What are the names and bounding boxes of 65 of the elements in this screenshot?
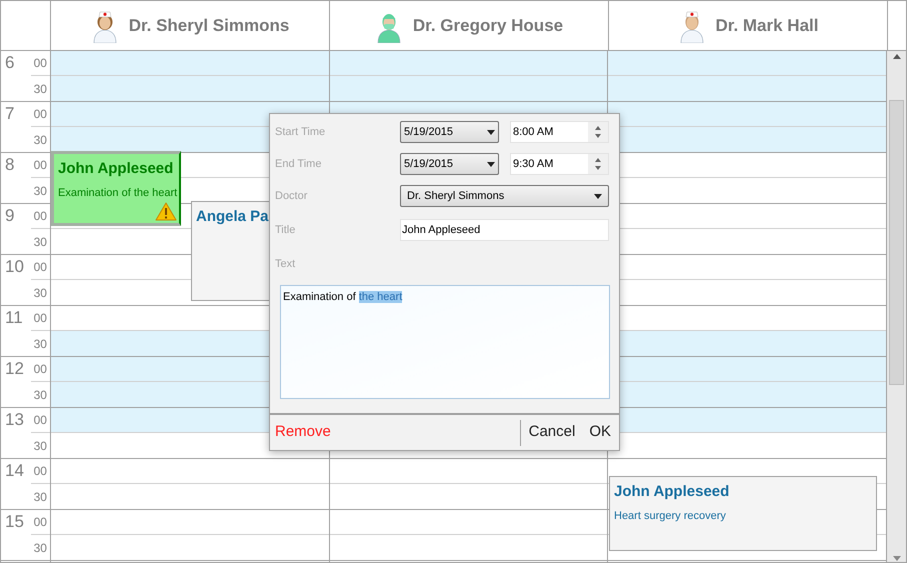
doctor-dropdown[interactable]: Dr. Sheryl Simmons (400, 185, 609, 207)
ok-button[interactable]: OK (589, 421, 611, 444)
hour-label: 7 (4, 103, 16, 125)
cancel-button[interactable]: Cancel (528, 421, 576, 444)
hour-label: 6 (4, 52, 16, 74)
field-label: End Time (275, 156, 322, 172)
dropdown-arrow-icon (487, 130, 495, 134)
field-label: Doctor (275, 188, 308, 204)
scrollbar[interactable] (887, 51, 906, 562)
title-input-field[interactable]: John Appleseed (400, 219, 609, 241)
date-dropdown[interactable]: 5/19/2015 (400, 121, 499, 143)
dropdown-arrow-icon (594, 194, 602, 198)
minute-label: 00 (34, 208, 47, 225)
doctor-avatar-icon (678, 8, 706, 42)
dropdown-arrow-icon (487, 162, 495, 166)
time-spinner-field[interactable]: 8:00 AM (510, 121, 609, 143)
warning-icon (155, 202, 177, 221)
field-label: Title (275, 222, 296, 238)
minute-label: 30 (34, 438, 47, 454)
minute-label: 00 (34, 106, 47, 123)
appointment-card[interactable]: John Appleseed Examination of the heart (51, 151, 181, 226)
field-label: Text (275, 256, 296, 272)
minute-label: 00 (34, 310, 47, 327)
minute-label: 00 (34, 412, 47, 429)
appointment-card[interactable]: John Appleseed Heart surgery recovery (609, 476, 877, 551)
minute-label: 00 (34, 157, 47, 174)
hour-label: 10 (4, 256, 25, 278)
appointment-text: Heart surgery recovery (614, 508, 727, 524)
minute-label: 30 (34, 80, 47, 98)
appointment-text: Examination of the heart (58, 186, 175, 200)
minute-label: 30 (34, 488, 47, 506)
minute-label: 30 (34, 132, 47, 148)
hour-label: 12 (4, 358, 25, 380)
hour-label: 11 (4, 307, 24, 329)
appointment-title: Angela Pa (196, 207, 270, 227)
hour-label: 14 (4, 460, 25, 482)
minute-label: 00 (34, 463, 47, 480)
hour-label: 9 (4, 205, 16, 227)
date-dropdown[interactable]: 5/19/2015 (400, 153, 499, 175)
spinner-arrows-icon[interactable] (588, 154, 608, 174)
minute-label: 00 (34, 259, 47, 276)
appointment-title: John Appleseed (614, 482, 730, 502)
doctor-avatar-icon (90, 8, 119, 42)
doctor-column-header: Dr. Mark Hall (609, 1, 888, 50)
scroll-up-icon[interactable] (892, 54, 900, 59)
minute-label: 00 (34, 514, 47, 531)
minute-label: 30 (34, 182, 47, 200)
hour-label: 15 (4, 511, 25, 533)
field-label: Start Time (275, 124, 326, 140)
doctor-column-header: Dr. Gregory House (330, 1, 609, 50)
minute-label: 30 (34, 540, 47, 556)
appointment-title: John Appleseed (58, 159, 174, 179)
minute-label: 00 (34, 55, 47, 72)
scroll-down-icon[interactable] (892, 556, 900, 561)
minute-label: 30 (34, 284, 47, 302)
spinner-arrows-icon[interactable] (588, 122, 608, 142)
minute-label: 30 (34, 336, 47, 352)
doctor-column-header: Dr. Sheryl Simmons (51, 1, 330, 50)
time-spinner-field[interactable]: 9:30 AM (510, 153, 609, 175)
scrollbar-thumb[interactable] (889, 100, 904, 385)
minute-label: 30 (34, 234, 47, 250)
minute-label: 30 (34, 386, 47, 404)
minute-label: 00 (34, 361, 47, 378)
hour-label: 13 (4, 409, 25, 431)
hour-label: 8 (4, 154, 16, 176)
